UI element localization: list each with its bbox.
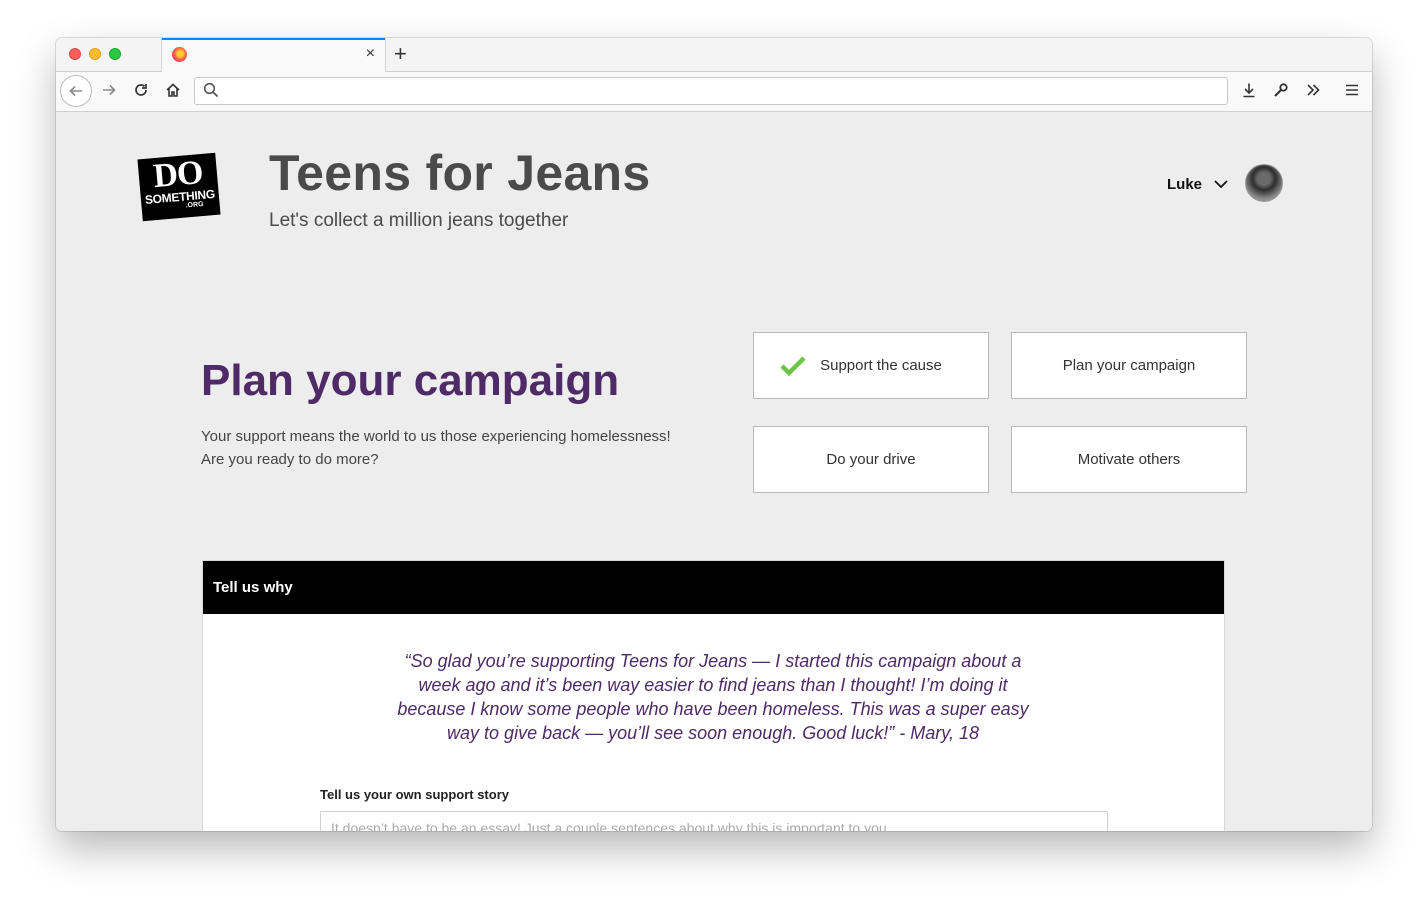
reload-icon xyxy=(135,84,147,96)
browser-tab[interactable]: × xyxy=(161,38,386,72)
tell-us-why-card: Tell us why “So glad you’re supporting T… xyxy=(202,560,1225,831)
step-label: Plan your campaign xyxy=(1062,357,1196,374)
home-icon xyxy=(166,83,180,97)
step-plan-your-campaign[interactable]: Plan your campaign xyxy=(1011,332,1247,399)
story-input[interactable] xyxy=(320,811,1108,831)
browser-window: × + DO SOMETHING .ORG Teens for Jeans Le… xyxy=(56,38,1372,831)
firefox-favicon-icon xyxy=(172,47,187,62)
hamburger-menu-icon xyxy=(1346,84,1358,96)
step-label: Support the cause xyxy=(820,357,942,374)
zoom-window-button[interactable] xyxy=(109,48,121,60)
card-header: Tell us why xyxy=(203,561,1224,614)
close-window-button[interactable] xyxy=(69,48,81,60)
page-title: Teens for Jeans xyxy=(269,145,651,201)
step-support-the-cause[interactable]: Support the cause xyxy=(753,332,989,399)
downloads-button[interactable] xyxy=(1238,79,1260,104)
reload-button[interactable] xyxy=(130,79,152,104)
new-tab-button[interactable]: + xyxy=(394,41,407,67)
wrench-icon xyxy=(1274,83,1288,97)
minimize-window-button[interactable] xyxy=(89,48,101,60)
campaign-description-line: Are you ready to do more? xyxy=(201,451,379,468)
chevron-down-icon[interactable] xyxy=(1213,176,1229,192)
forward-arrow-icon xyxy=(103,84,116,96)
page-content: DO SOMETHING .ORG Teens for Jeans Let's … xyxy=(56,112,1372,831)
back-button[interactable] xyxy=(60,75,92,107)
devtools-button[interactable] xyxy=(1270,79,1292,104)
page-subtitle: Let's collect a million jeans together xyxy=(269,210,569,231)
campaign-description-line: Your support means the world to us those… xyxy=(201,428,671,445)
overflow-button[interactable] xyxy=(1302,79,1324,104)
forward-button[interactable] xyxy=(98,79,120,104)
tab-strip: × + xyxy=(56,38,1372,72)
dosomething-logo[interactable]: DO SOMETHING .ORG xyxy=(137,152,221,222)
campaign-description: Your support means the world to us those… xyxy=(201,425,721,471)
step-motivate-others[interactable]: Motivate others xyxy=(1011,426,1247,493)
double-chevron-icon xyxy=(1307,84,1320,96)
menu-button[interactable] xyxy=(1341,79,1363,104)
nav-toolbar xyxy=(56,72,1372,112)
search-icon xyxy=(203,82,219,98)
avatar[interactable] xyxy=(1245,164,1283,202)
testimonial-quote: “So glad you’re supporting Teens for Jea… xyxy=(397,651,1029,743)
checkmark-icon xyxy=(780,355,806,376)
story-field-label: Tell us your own support story xyxy=(320,787,509,802)
user-menu-name[interactable]: Luke xyxy=(1167,176,1202,193)
step-label: Motivate others xyxy=(1077,451,1181,468)
step-do-your-drive[interactable]: Do your drive xyxy=(753,426,989,493)
url-bar[interactable] xyxy=(194,77,1228,105)
home-button[interactable] xyxy=(162,79,184,104)
back-arrow-icon xyxy=(69,85,82,97)
campaign-heading: Plan your campaign xyxy=(201,356,620,405)
tab-close-icon[interactable]: × xyxy=(366,45,375,63)
download-icon xyxy=(1243,83,1255,98)
step-label: Do your drive xyxy=(826,451,916,468)
